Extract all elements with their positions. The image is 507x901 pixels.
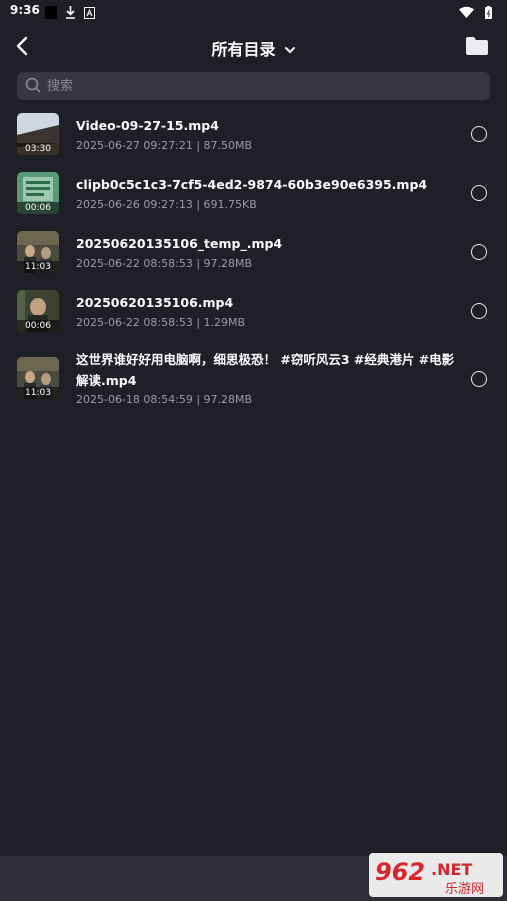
list-item[interactable]: 11:03 20250620135106_temp_.mp4 2025-06-2…: [0, 231, 507, 276]
status-right-icons: [459, 4, 497, 23]
video-duration: 11:03: [17, 387, 59, 399]
battery-icon: [485, 6, 492, 19]
video-duration: 03:30: [17, 143, 59, 155]
video-thumbnail: 11:03: [17, 357, 59, 399]
status-time: 9:36: [10, 3, 40, 17]
radio-unchecked-icon[interactable]: [471, 303, 487, 319]
video-thumbnail: 00:06: [17, 172, 59, 214]
notification-square-icon: [45, 4, 57, 23]
file-name: 20250620135106.mp4: [76, 295, 234, 310]
folder-icon: [466, 37, 488, 55]
file-name: 这世界谁好好用电脑啊，细思极恐！ #窃听风云3 #经典港片 #电影解读.mp4: [76, 352, 455, 388]
radio-unchecked-icon[interactable]: [471, 371, 487, 387]
list-item[interactable]: 00:06 clipb0c5c1c3-7cf5-4ed2-9874-60b3e9…: [0, 172, 507, 217]
list-item[interactable]: 11:03 这世界谁好好用电脑啊，细思极恐！ #窃听风云3 #经典港片 #电影解…: [0, 349, 507, 409]
video-thumbnail: 03:30: [17, 113, 59, 155]
list-item[interactable]: 00:06 20250620135106.mp4 2025-06-22 08:5…: [0, 290, 507, 335]
download-icon: [65, 4, 76, 23]
wifi-icon: [459, 6, 474, 18]
radio-unchecked-icon[interactable]: [471, 185, 487, 201]
watermark-text: 乐游网: [445, 882, 484, 897]
watermark-domain: .NET: [431, 860, 472, 879]
video-duration: 00:06: [17, 320, 59, 332]
watermark-number: 962: [375, 858, 425, 886]
video-thumbnail: 00:06: [17, 290, 59, 332]
search-icon: [25, 77, 41, 93]
file-meta: 2025-06-22 08:58:53 | 1.29MB: [76, 316, 246, 329]
list-item[interactable]: 03:30 Video-09-27-15.mp4 2025-06-27 09:2…: [0, 113, 507, 158]
file-meta: 2025-06-27 09:27:21 | 87.50MB: [76, 139, 253, 152]
file-name: clipb0c5c1c3-7cf5-4ed2-9874-60b3e90e6395…: [76, 177, 428, 192]
title-bar: 所有目录: [0, 24, 507, 68]
video-duration: 11:03: [17, 261, 59, 273]
site-watermark: 962 .NET 乐游网: [369, 853, 503, 897]
search-bar: [17, 72, 490, 100]
file-meta: 2025-06-22 08:58:53 | 97.28MB: [76, 257, 253, 270]
file-meta: 2025-06-26 09:27:13 | 691.75KB: [76, 198, 257, 211]
folder-button[interactable]: [465, 36, 489, 56]
file-name: Video-09-27-15.mp4: [76, 118, 219, 133]
search-input[interactable]: [47, 72, 477, 100]
radio-unchecked-icon[interactable]: [471, 244, 487, 260]
status-bar: 9:36: [0, 0, 507, 22]
video-thumbnail: 11:03: [17, 231, 59, 273]
file-meta: 2025-06-18 08:54:59 | 97.28MB: [76, 393, 253, 406]
auto-icon: [84, 4, 95, 23]
radio-unchecked-icon[interactable]: [471, 126, 487, 142]
directory-selector[interactable]: 所有目录: [0, 36, 507, 60]
chevron-down-icon: [284, 47, 295, 54]
video-duration: 00:06: [17, 202, 59, 214]
page-title: 所有目录: [211, 40, 276, 59]
file-name: 20250620135106_temp_.mp4: [76, 236, 283, 251]
